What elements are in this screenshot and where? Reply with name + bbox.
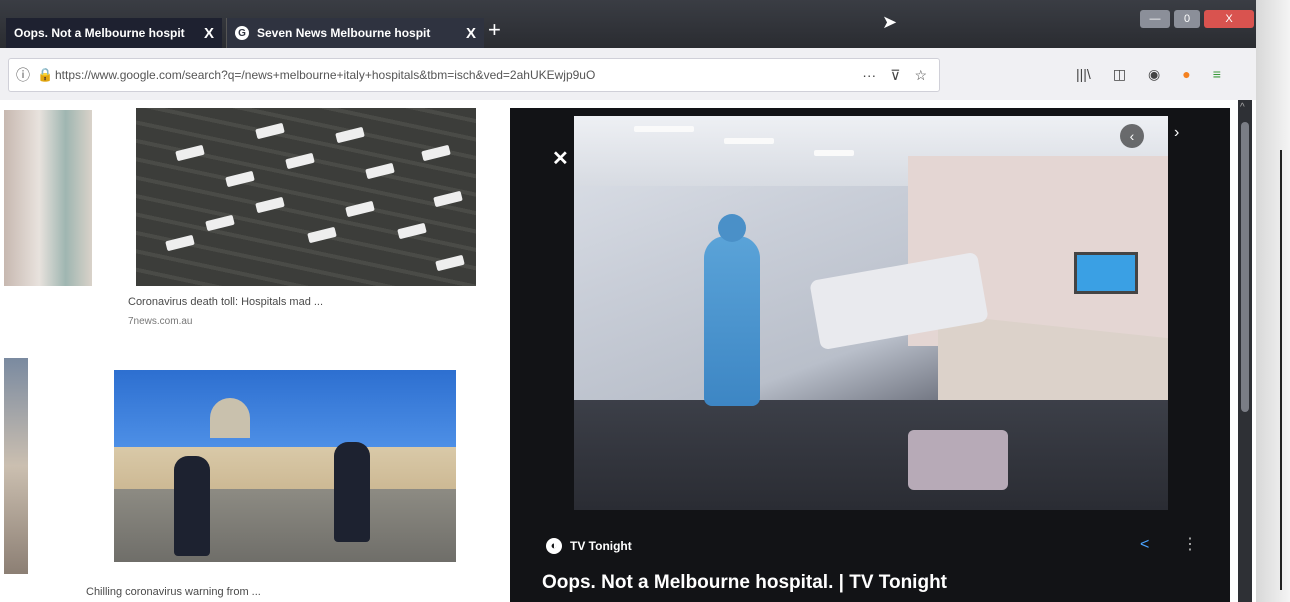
close-viewer-icon[interactable]: ✕ bbox=[552, 146, 569, 171]
previous-image-icon[interactable]: ‹ bbox=[1120, 124, 1144, 148]
result-image-rome[interactable] bbox=[114, 370, 456, 562]
site-favicon-icon: ◐ bbox=[546, 538, 562, 554]
library-icon[interactable]: |||\ bbox=[1076, 66, 1091, 83]
viewer-image[interactable] bbox=[574, 116, 1168, 510]
tab-label: Seven News Melbourne hospit bbox=[257, 26, 431, 40]
viewer-title-link[interactable]: Oops. Not a Melbourne hospital. | TV Ton… bbox=[542, 572, 947, 594]
result-caption[interactable]: Chilling coronavirus warning from ... bbox=[86, 586, 261, 598]
mouse-pointer-icon: ➤ bbox=[882, 12, 898, 32]
pocket-icon[interactable]: ⊽ bbox=[890, 67, 900, 84]
tab-seven-news[interactable]: G Seven News Melbourne hospit X bbox=[226, 18, 484, 48]
result-image-nurse[interactable] bbox=[4, 110, 92, 286]
image-results: Coronavirus death toll: Hospitals mad ..… bbox=[0, 100, 1260, 602]
sidebar-icon[interactable]: ◫ bbox=[1113, 66, 1126, 83]
result-caption[interactable]: Coronavirus death toll: Hospitals mad ..… bbox=[128, 296, 323, 308]
extension-icon[interactable]: ≡ bbox=[1213, 66, 1221, 83]
address-bar[interactable]: ⓘ 🔒 https://www.google.com/search?q=/new… bbox=[8, 58, 940, 92]
globe-icon: G bbox=[235, 26, 249, 40]
tab-label: Oops. Not a Melbourne hospit bbox=[14, 26, 185, 40]
next-image-icon[interactable]: › bbox=[1174, 124, 1179, 142]
addon-icon[interactable]: ● bbox=[1182, 66, 1190, 83]
scrollbar-thumb[interactable] bbox=[1241, 122, 1249, 412]
url-text[interactable]: https://www.google.com/search?q=/news+me… bbox=[55, 68, 795, 82]
star-icon[interactable]: ☆ bbox=[914, 67, 927, 84]
close-tab-icon[interactable]: X bbox=[466, 25, 476, 42]
new-tab-button[interactable]: + bbox=[488, 18, 501, 42]
viewer-source-name: TV Tonight bbox=[570, 539, 632, 553]
scroll-up-icon[interactable]: ^ bbox=[1240, 102, 1245, 113]
lock-icon[interactable]: 🔒 bbox=[37, 67, 55, 83]
close-tab-icon[interactable]: X bbox=[204, 25, 214, 42]
tab-bar: Oops. Not a Melbourne hospit X G Seven N… bbox=[0, 0, 1290, 48]
bezel-edge bbox=[1280, 150, 1282, 590]
monitor-bezel bbox=[1256, 0, 1290, 602]
result-image-partial[interactable] bbox=[4, 358, 28, 574]
result-image-hospital-field[interactable] bbox=[136, 108, 476, 286]
close-window-button[interactable]: X bbox=[1204, 10, 1254, 28]
share-icon[interactable]: < bbox=[1140, 536, 1149, 554]
maximize-button[interactable]: 0 bbox=[1174, 10, 1200, 28]
info-icon[interactable]: ⓘ bbox=[9, 65, 37, 85]
more-options-icon[interactable]: ⋮ bbox=[1182, 534, 1198, 554]
minimize-button[interactable]: — bbox=[1140, 10, 1170, 28]
page-actions-icon[interactable]: ··· bbox=[862, 67, 876, 84]
image-viewer-panel: ✕ ‹ › ◐ TV Tonight < ⋮ Oops. Not a Melbo… bbox=[510, 108, 1230, 602]
navigation-bar: ⓘ 🔒 https://www.google.com/search?q=/new… bbox=[0, 48, 1270, 101]
toolbar-icons: |||\ ◫ ◉ ● ≡ bbox=[1076, 66, 1221, 83]
shield-icon[interactable]: ◉ bbox=[1148, 66, 1160, 83]
tab-tv-tonight[interactable]: Oops. Not a Melbourne hospit X bbox=[6, 18, 222, 48]
result-source[interactable]: 7news.com.au bbox=[128, 316, 192, 327]
viewer-source[interactable]: ◐ TV Tonight bbox=[546, 538, 632, 554]
